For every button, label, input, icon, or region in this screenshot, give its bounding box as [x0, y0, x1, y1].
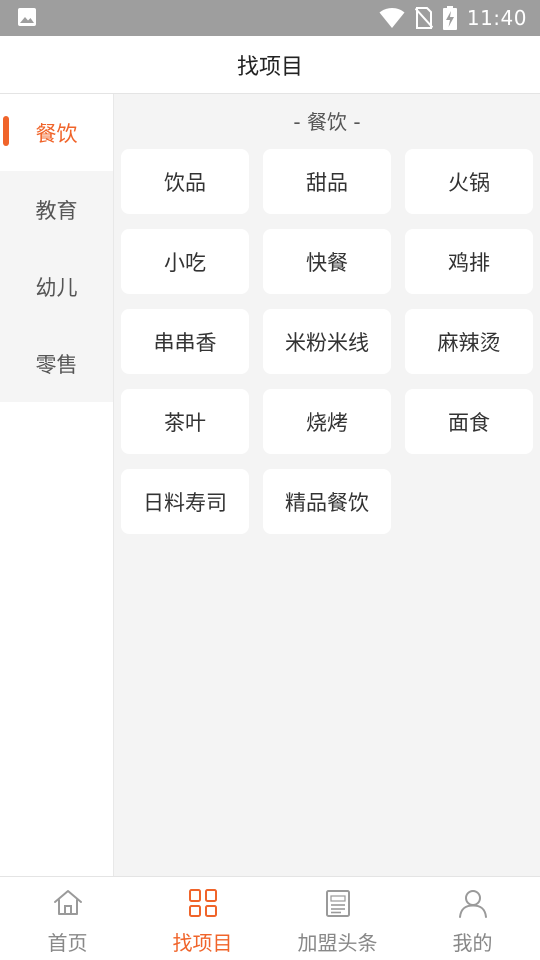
- category-button[interactable]: 鸡排: [405, 229, 533, 294]
- grid-icon: [188, 889, 217, 917]
- category-button[interactable]: 甜品: [263, 149, 391, 214]
- status-icons: 11:40: [379, 0, 527, 36]
- tab-label: 首页: [47, 931, 88, 955]
- category-button[interactable]: 饮品: [121, 149, 249, 214]
- image-icon: [18, 8, 36, 26]
- tab-franchise-news[interactable]: 加盟头条: [270, 877, 405, 960]
- category-button[interactable]: 米粉米线: [263, 309, 391, 374]
- wifi-icon: [379, 8, 405, 28]
- category-button[interactable]: 麻辣烫: [405, 309, 533, 374]
- category-button[interactable]: 茶叶: [121, 389, 249, 454]
- no-sim-icon: [414, 7, 433, 29]
- category-grid: 饮品 甜品 火锅 小吃 快餐 鸡排 串串香 米粉米线 麻辣烫 茶叶 烧烤 面食 …: [121, 149, 533, 534]
- sidebar-item-label: 餐饮: [35, 121, 78, 146]
- category-sidebar: 餐饮 教育 幼儿 零售: [0, 94, 114, 876]
- tab-find-project[interactable]: 找项目: [135, 877, 270, 960]
- tab-mine[interactable]: 我的: [405, 877, 540, 960]
- category-button[interactable]: 小吃: [121, 229, 249, 294]
- home-icon: [53, 890, 82, 915]
- sidebar-item-label: 幼儿: [35, 275, 78, 300]
- sidebar-item-retail[interactable]: 零售: [0, 325, 113, 402]
- category-button[interactable]: 日料寿司: [121, 469, 249, 534]
- sidebar-item-childcare[interactable]: 幼儿: [0, 248, 113, 325]
- tab-label: 加盟头条: [297, 931, 378, 955]
- category-button[interactable]: 快餐: [263, 229, 391, 294]
- active-indicator: [3, 116, 9, 146]
- category-button[interactable]: 烧烤: [263, 389, 391, 454]
- sidebar-item-label: 教育: [35, 198, 78, 223]
- tab-label: 找项目: [172, 931, 233, 955]
- page-title: 找项目: [236, 54, 303, 80]
- tab-home[interactable]: 首页: [0, 877, 135, 960]
- sidebar-item-education[interactable]: 教育: [0, 171, 113, 248]
- section-title: - 餐饮 -: [293, 110, 361, 134]
- category-button[interactable]: 串串香: [121, 309, 249, 374]
- news-icon: [325, 890, 350, 917]
- title-bar: 找项目: [0, 36, 540, 94]
- category-button[interactable]: 火锅: [405, 149, 533, 214]
- tab-label: 我的: [452, 931, 493, 955]
- battery-charging-icon: [442, 6, 457, 30]
- user-icon: [458, 890, 487, 918]
- status-time: 11:40: [466, 6, 527, 30]
- status-bar: 11:40: [0, 0, 540, 36]
- sidebar-item-label: 零售: [35, 352, 78, 377]
- category-button[interactable]: 精品餐饮: [263, 469, 391, 534]
- sidebar-item-catering[interactable]: 餐饮: [0, 94, 113, 171]
- category-button[interactable]: 面食: [405, 389, 533, 454]
- bottom-nav: 首页 找项目 加盟头条 我的: [0, 876, 540, 960]
- category-panel: - 餐饮 - 饮品 甜品 火锅 小吃 快餐 鸡排 串串香 米粉米线 麻辣烫 茶叶…: [114, 94, 540, 876]
